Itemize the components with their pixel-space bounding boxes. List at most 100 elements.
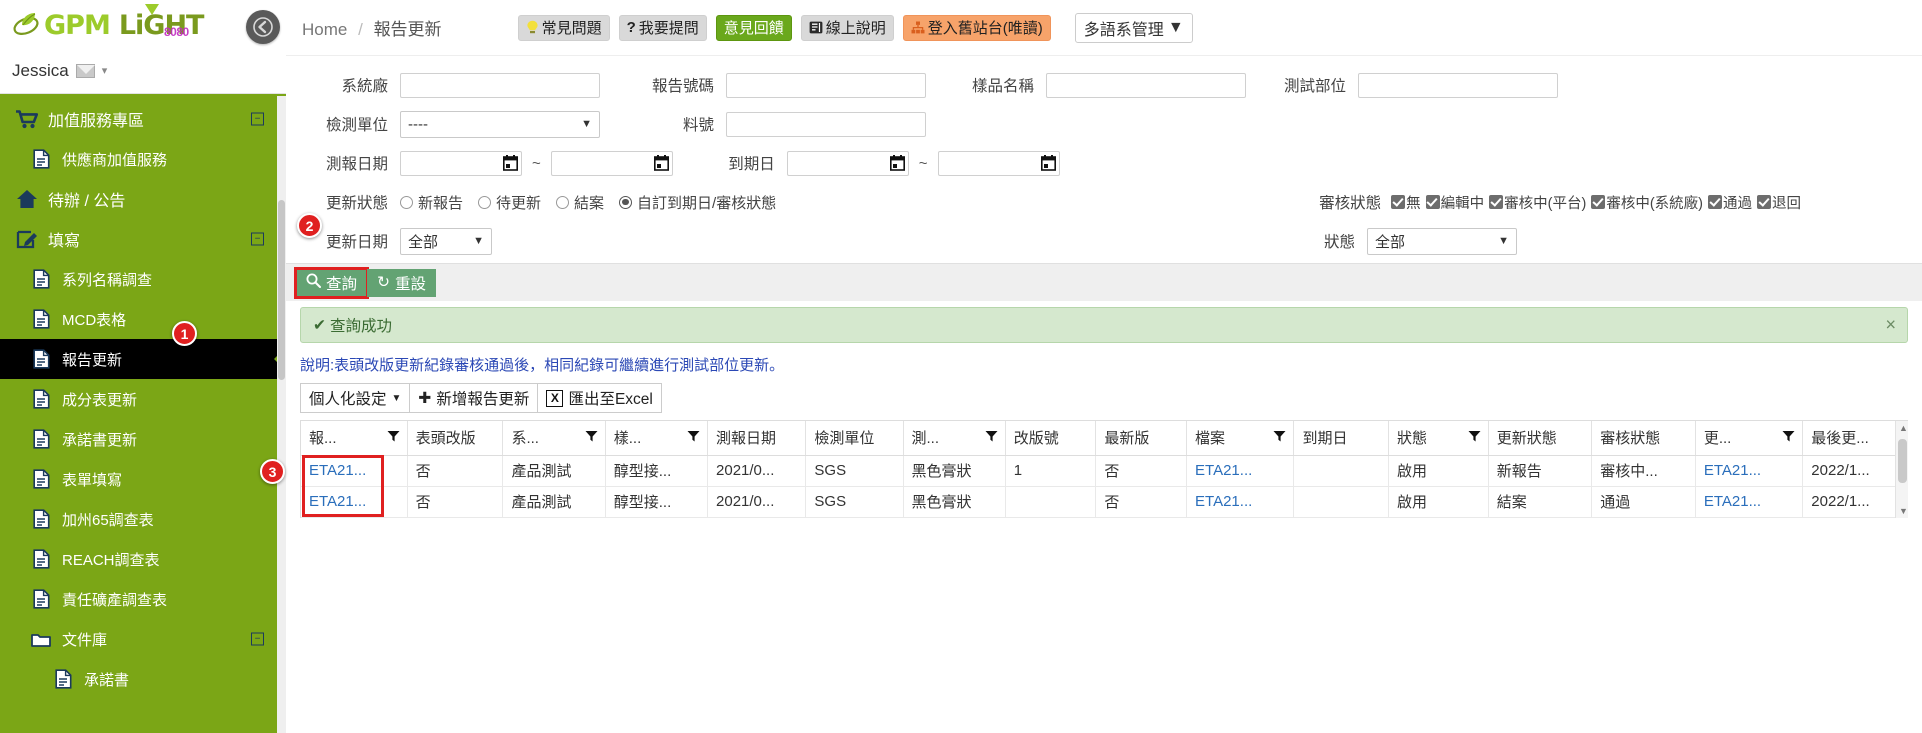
sidebar-item-9[interactable]: 表單填寫: [0, 459, 286, 499]
link-report_no[interactable]: ETA21...: [309, 493, 366, 510]
brand-logo[interactable]: GPM LiGHT 8080: [0, 0, 286, 48]
cell-updater[interactable]: ETA21...: [1695, 455, 1804, 487]
column-header-2[interactable]: 系...: [502, 421, 606, 456]
cell-file[interactable]: ETA21...: [1186, 486, 1295, 518]
column-header-7[interactable]: 改版號: [1005, 421, 1097, 456]
sidebar-item-4[interactable]: 系列名稱調查: [0, 259, 286, 299]
table-row[interactable]: ETA21... 否 產品測試 醇型接... 2021/0... SGS 黑色膏狀 否 ETA2…: [301, 486, 1907, 518]
calendar-icon[interactable]: [503, 155, 518, 171]
link-file[interactable]: ETA21...: [1195, 462, 1252, 479]
sidebar-item-10[interactable]: 加州65調查表: [0, 499, 286, 539]
update-date-select[interactable]: 全部 ▼: [400, 227, 492, 255]
close-icon[interactable]: ×: [1885, 315, 1896, 336]
filter-icon[interactable]: [1273, 429, 1286, 446]
mail-icon[interactable]: [75, 63, 95, 78]
radio-button[interactable]: [478, 195, 492, 209]
review-status-option-5[interactable]: 退回: [1757, 192, 1806, 213]
link-updater[interactable]: ETA21...: [1704, 493, 1761, 510]
calendar-icon[interactable]: [653, 155, 669, 171]
cell-report_no[interactable]: ETA21...: [301, 455, 408, 487]
column-header-1[interactable]: 表頭改版: [407, 421, 504, 456]
checkbox[interactable]: [1489, 195, 1504, 209]
column-header-6[interactable]: 測...: [903, 421, 1006, 456]
column-header-14[interactable]: 更...: [1695, 421, 1804, 456]
calendar-icon[interactable]: [1040, 155, 1056, 171]
grid-scrollbar-thumb[interactable]: [1898, 439, 1907, 483]
user-menu[interactable]: Jessica ▾: [0, 48, 286, 94]
sidebar-scrollbar-thumb[interactable]: [278, 200, 285, 380]
radio-button[interactable]: [619, 195, 633, 209]
checkbox[interactable]: [1757, 195, 1771, 209]
scroll-down-icon[interactable]: ▼: [1899, 506, 1908, 516]
radio-button[interactable]: [400, 195, 413, 209]
column-header-11[interactable]: 狀態: [1388, 421, 1489, 456]
cell-updater[interactable]: ETA21...: [1695, 486, 1804, 518]
update-status-option-0[interactable]: 新報告: [400, 192, 471, 213]
calendar-icon[interactable]: [889, 155, 905, 171]
topbar-button-1[interactable]: ? 我要提問: [618, 14, 707, 41]
sidebar-item-6[interactable]: 報告更新: [0, 339, 286, 379]
sidebar-item-8[interactable]: 承諾書更新: [0, 419, 286, 459]
checkbox[interactable]: [1708, 195, 1722, 209]
sidebar-item-7[interactable]: 成分表更新: [0, 379, 286, 419]
sidebar-item-13[interactable]: 文件庫 −: [0, 619, 286, 659]
checkbox[interactable]: [1391, 195, 1406, 209]
sample-name-input[interactable]: [1046, 72, 1246, 98]
filter-icon[interactable]: [687, 429, 700, 446]
link-file[interactable]: ETA21...: [1195, 493, 1252, 510]
sidebar-item-toggle[interactable]: −: [251, 112, 264, 126]
test-unit-select[interactable]: ---- ▼: [400, 110, 600, 138]
sidebar-collapse-button[interactable]: [246, 10, 280, 44]
sidebar-item-1[interactable]: 供應商加值服務: [0, 139, 286, 179]
cell-file[interactable]: ETA21...: [1186, 455, 1295, 487]
personalize-settings-button[interactable]: 個人化設定 ▼: [300, 383, 411, 413]
radio-button[interactable]: [556, 195, 570, 209]
column-header-12[interactable]: 更新狀態: [1488, 421, 1593, 456]
add-report-update-button[interactable]: ✚ 新增報告更新: [409, 383, 539, 413]
checkbox[interactable]: [1425, 195, 1440, 209]
review-status-option-2[interactable]: 審核中(平台): [1489, 192, 1591, 213]
filter-icon[interactable]: [985, 429, 998, 446]
review-status-option-1[interactable]: 編輯中: [1425, 192, 1490, 213]
chevron-down-icon[interactable]: ▾: [102, 64, 108, 77]
filter-icon[interactable]: [387, 429, 400, 446]
column-header-3[interactable]: 樣...: [605, 421, 709, 456]
column-header-10[interactable]: 到期日: [1293, 421, 1389, 456]
link-report_no[interactable]: ETA21...: [309, 462, 366, 479]
review-status-option-4[interactable]: 通過: [1708, 192, 1757, 213]
filter-icon[interactable]: [1782, 429, 1795, 446]
language-select[interactable]: 多語系管理 ▼: [1074, 12, 1193, 43]
sidebar-item-3[interactable]: 填寫 −: [0, 219, 286, 259]
update-status-option-1[interactable]: 待更新: [478, 192, 549, 213]
filter-icon[interactable]: [1468, 429, 1481, 446]
review-status-option-0[interactable]: 無: [1391, 192, 1426, 213]
column-header-4[interactable]: 測報日期: [707, 421, 807, 456]
grid-scrollbar[interactable]: ▲ ▼: [1895, 421, 1908, 518]
sidebar-item-11[interactable]: REACH調查表: [0, 539, 286, 579]
update-status-option-3[interactable]: 自訂到期日/審核狀態: [619, 192, 784, 213]
system-factory-input[interactable]: [400, 72, 600, 98]
export-excel-button[interactable]: X 匯出至Excel: [537, 383, 662, 413]
column-header-0[interactable]: 報...: [301, 421, 408, 456]
test-part-input[interactable]: [1358, 72, 1558, 98]
report-no-input[interactable]: [726, 72, 926, 98]
topbar-button-0[interactable]: 常見問題: [517, 14, 610, 41]
sidebar-item-14[interactable]: 承諾書: [0, 659, 286, 699]
sidebar-item-2[interactable]: 待辦 / 公告: [0, 179, 286, 219]
reset-button[interactable]: ↻ 重設: [367, 268, 437, 297]
breadcrumb-home[interactable]: Home: [302, 20, 347, 39]
table-row[interactable]: ETA21... 否 產品測試 醇型接... 2021/0... SGS 黑色膏狀 1 否 ETA…: [301, 455, 1907, 487]
material-no-input[interactable]: [726, 111, 926, 137]
sidebar-item-0[interactable]: 加值服務專區 −: [0, 99, 286, 139]
sidebar-item-toggle[interactable]: −: [251, 632, 264, 646]
sidebar-item-5[interactable]: MCD表格: [0, 299, 286, 339]
link-updater[interactable]: ETA21...: [1704, 462, 1761, 479]
sidebar-item-12[interactable]: 責任礦產調查表: [0, 579, 286, 619]
sidebar-scrollbar[interactable]: [277, 96, 286, 733]
column-header-9[interactable]: 檔案: [1186, 421, 1295, 456]
scroll-up-icon[interactable]: ▲: [1899, 423, 1908, 433]
checkbox[interactable]: [1591, 195, 1606, 209]
search-button[interactable]: 查詢: [293, 266, 370, 299]
sidebar-item-toggle[interactable]: −: [251, 232, 264, 246]
filter-icon[interactable]: [585, 429, 598, 446]
